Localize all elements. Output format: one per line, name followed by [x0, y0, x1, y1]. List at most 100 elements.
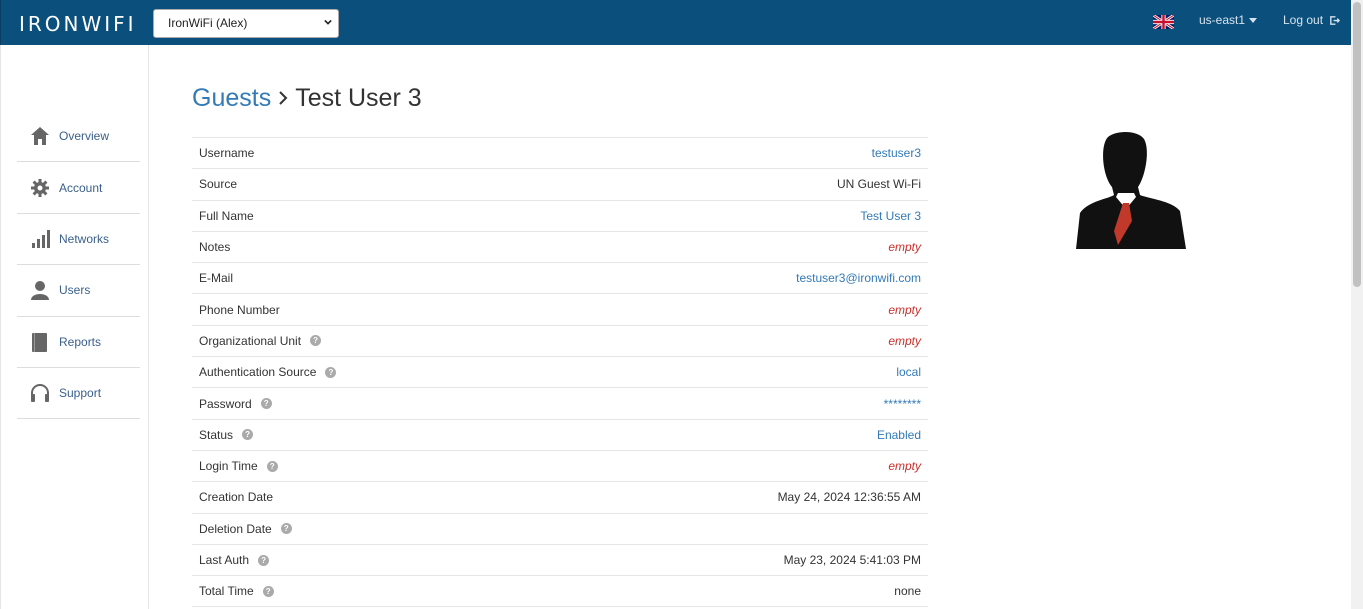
property-label: Username [199, 146, 254, 160]
property-label-text: Username [199, 146, 255, 161]
property-label-text: Total Time [199, 584, 254, 599]
sidebar-item-users[interactable]: Users [17, 265, 140, 317]
logout-label: Log out [1283, 13, 1324, 27]
property-row: E-Mail testuser3@ironwifi.com [192, 263, 928, 295]
account-select[interactable]: IronWiFi (Alex) [153, 9, 339, 38]
property-label-text: Notes [199, 240, 231, 255]
property-row: Organizational Unit? empty [192, 326, 928, 358]
property-label: Deletion Date? [199, 522, 292, 536]
property-label: Full Name [199, 209, 254, 223]
property-label: Login Time? [199, 459, 278, 473]
property-label-text: Login Time [199, 459, 258, 474]
property-row: Full Name Test User 3 [192, 201, 928, 232]
property-label-text: Last Auth [199, 553, 250, 567]
sidebar-item-label: Networks [59, 231, 110, 246]
sidebar-item-overview[interactable]: Overview [17, 111, 140, 163]
property-label: Status? [199, 427, 254, 442]
sidebar-item-label: Account [59, 180, 103, 195]
page-scrollbar[interactable] [1351, 0, 1363, 609]
property-label: E-Mail [199, 271, 233, 285]
property-label-text: E-Mail [199, 271, 234, 286]
property-label: Creation Date [199, 490, 273, 504]
user-icon [30, 280, 50, 301]
property-row: Creation Date May 24, 2024 12:36:55 AM [192, 482, 928, 514]
property-value[interactable]: local [896, 365, 921, 379]
property-row: Last Auth? May 23, 2024 5:41:03 PM [192, 545, 928, 577]
caret-down-icon [1249, 18, 1258, 24]
property-label: Notes [199, 240, 230, 254]
property-row: Status? Enabled [192, 420, 928, 451]
main-content: Guests Test User 3 [192, 82, 422, 114]
logout-link[interactable]: Log out [1283, 13, 1341, 27]
property-value[interactable]: empty [888, 459, 921, 473]
property-value[interactable]: Test User 3 [860, 209, 921, 223]
property-value[interactable]: ******** [884, 397, 921, 411]
sidebar-nav: Overview Account Networks Users Reports … [17, 111, 140, 420]
property-label: Organizational Unit? [199, 333, 322, 348]
sidebar-item-networks[interactable]: Networks [17, 214, 140, 266]
help-icon[interactable]: ? [262, 585, 274, 597]
sidebar-item-reports[interactable]: Reports [17, 317, 140, 368]
property-value: May 23, 2024 5:41:03 PM [783, 553, 921, 567]
breadcrumb: Guests Test User 3 [192, 82, 422, 114]
scrollbar-thumb[interactable] [1353, 2, 1361, 287]
property-value[interactable]: testuser3 [872, 146, 921, 160]
property-value[interactable]: empty [888, 303, 921, 317]
sidebar-item-support[interactable]: Support [17, 368, 140, 420]
ironwifi-logo[interactable]: IRONWIFI [19, 12, 137, 36]
signal-bars-icon [30, 229, 50, 249]
property-value[interactable]: testuser3@ironwifi.com [796, 271, 921, 285]
property-row: Total Time? none [192, 576, 928, 608]
top-navbar: IRONWIFI IronWiFi (Alex) us-east1 Log ou… [0, 0, 1351, 45]
sidebar-item-label: Support [59, 386, 102, 401]
property-label: Authentication Source? [199, 365, 337, 379]
property-value[interactable]: empty [888, 240, 921, 254]
region-dropdown[interactable]: us-east1 [1199, 13, 1258, 27]
book-icon [30, 332, 50, 352]
property-label-text: Creation Date [199, 490, 274, 505]
help-icon[interactable]: ? [242, 429, 254, 441]
guest-properties-table: Username testuser3 Source UN Guest Wi-Fi Ful… [192, 137, 928, 608]
property-row: Phone Number empty [192, 294, 928, 326]
home-icon [30, 126, 50, 146]
property-label: Total Time? [199, 584, 274, 598]
property-row: Source UN Guest Wi-Fi [192, 169, 928, 201]
chevron-down-icon [324, 19, 332, 25]
help-icon[interactable]: ? [280, 523, 292, 535]
gear-icon [30, 178, 50, 198]
account-select-value: IronWiFi (Alex) [168, 16, 248, 30]
help-icon[interactable]: ? [266, 460, 278, 472]
sidebar-item-label: Overview [59, 129, 110, 144]
property-value[interactable]: Enabled [877, 428, 921, 442]
property-row: Authentication Source? local [192, 357, 928, 389]
property-label: Phone Number [199, 303, 280, 317]
sidebar-item-label: Reports [59, 334, 102, 349]
chevron-right-icon [277, 90, 289, 106]
property-label-text: Password [199, 396, 252, 411]
sidebar: Overview Account Networks Users Reports … [0, 45, 149, 609]
property-label-text: Deletion Date [199, 521, 272, 536]
property-value[interactable]: empty [888, 334, 921, 348]
help-icon[interactable]: ? [260, 398, 272, 410]
property-label-text: Status [199, 427, 234, 442]
breadcrumb-guests-link[interactable]: Guests [192, 84, 271, 113]
help-icon[interactable]: ? [325, 366, 337, 378]
property-label-text: Phone Number [199, 302, 280, 317]
help-icon[interactable]: ? [310, 335, 322, 347]
property-label: Last Auth? [199, 553, 270, 567]
sidebar-item-account[interactable]: Account [17, 162, 140, 214]
logout-icon [1330, 16, 1341, 26]
headset-icon [30, 383, 50, 403]
help-icon[interactable]: ? [258, 554, 270, 566]
property-label-text: Organizational Unit [199, 333, 302, 348]
property-row: Login Time? empty [192, 451, 928, 483]
uk-flag-icon[interactable] [1153, 15, 1174, 29]
property-row: Username testuser3 [192, 138, 928, 170]
property-value: none [894, 584, 921, 599]
page-title: Test User 3 [295, 83, 422, 112]
sidebar-item-label: Users [59, 283, 91, 298]
property-row: Password? ******** [192, 388, 928, 420]
property-row: Notes empty [192, 232, 928, 264]
property-label-text: Source [199, 177, 238, 192]
property-value: May 24, 2024 12:36:55 AM [777, 490, 921, 505]
